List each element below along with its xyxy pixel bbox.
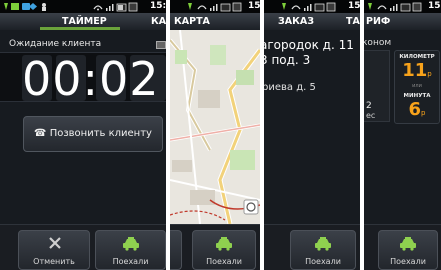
action-bar: Поехали <box>364 224 441 270</box>
waiting-label: Ожидание клиента <box>9 39 102 49</box>
go-button[interactable]: Поехали <box>192 230 256 270</box>
map-screen: 15 КАРТА Поехали <box>170 0 260 270</box>
phone-icon: ☎ <box>34 128 47 139</box>
map-left-stub[interactable] <box>170 230 182 270</box>
order-address-2: 3 под. 3 <box>264 53 311 67</box>
call-client-button[interactable]: ☎ Позвонить клиенту <box>23 116 163 152</box>
status-bar: 15: <box>0 0 166 13</box>
tariff-mode: коном <box>364 38 392 48</box>
min-currency: р <box>421 109 426 117</box>
action-bar: Поехали <box>264 224 360 270</box>
close-icon <box>49 237 61 249</box>
timer-display: 00:02 <box>0 52 166 106</box>
status-time: 15 <box>248 1 260 11</box>
stub-value-1: 2 <box>366 101 372 111</box>
tab-map-partial[interactable]: КА <box>151 13 166 30</box>
go-label: Поехали <box>390 257 426 266</box>
status-bar: 15 <box>264 0 360 13</box>
go-button[interactable]: Поехали <box>95 230 166 270</box>
status-bar: 15 <box>170 0 260 13</box>
action-bar: Поехали <box>170 224 260 270</box>
tab-bar: РИФ <box>364 13 441 30</box>
go-button[interactable]: Поехали <box>378 230 438 270</box>
screenshot-collage: 15: ТАЙМЕР КА Ожидание клиента 00:02 ☎ П… <box>0 0 441 270</box>
taxi-icon <box>216 237 232 251</box>
km-currency: р <box>427 70 432 78</box>
timer-value: 00:02 <box>22 52 160 106</box>
order-destination: риева д. 5 <box>264 82 316 93</box>
status-time: 15 <box>428 1 441 11</box>
call-client-label: Позвонить клиенту <box>49 128 152 139</box>
timer-screen: 15: ТАЙМЕР КА Ожидание клиента 00:02 ☎ П… <box>0 0 166 270</box>
message-icon[interactable] <box>156 41 166 49</box>
tab-map[interactable]: КАРТА <box>174 13 210 30</box>
signal-icons <box>93 2 138 12</box>
order-address-1: агородок д. 11 <box>264 38 354 52</box>
min-value: 6 <box>408 99 422 120</box>
tab-bar: ЗАКАЗ ТА <box>264 13 360 30</box>
notification-icons <box>4 3 46 11</box>
go-label: Поехали <box>112 257 149 266</box>
per-label: или <box>412 83 422 89</box>
map-view[interactable] <box>170 30 260 224</box>
taxi-icon <box>400 237 416 251</box>
tab-order[interactable]: ЗАКАЗ <box>278 13 314 30</box>
status-bar: 15 <box>364 0 441 13</box>
signal-icons <box>282 2 336 12</box>
go-label: Поехали <box>206 257 242 266</box>
tab-tariff-partial[interactable]: ТА <box>346 13 360 30</box>
go-label: Поехали <box>305 257 341 266</box>
status-time: 15: <box>150 1 166 11</box>
tariff-card: КИЛОМЕТР 11р или МИНУТА 6р <box>394 50 440 124</box>
go-button[interactable]: Поехали <box>290 230 356 270</box>
tariff-screen: 15 РИФ коном 2 ес КИЛОМЕТР 11р или МИНУТ… <box>364 0 441 270</box>
tab-tariff[interactable]: РИФ <box>366 13 390 30</box>
stub-value-2: ес <box>366 111 376 120</box>
taxi-icon <box>315 237 331 251</box>
tariff-left-stub: 2 ес <box>364 50 390 122</box>
tab-bar: ТАЙМЕР КА <box>0 13 166 30</box>
km-value: 11 <box>402 60 428 81</box>
km-price: 11р <box>395 60 439 81</box>
status-time: 15 <box>348 1 360 11</box>
action-bar: Отменить Поехали <box>0 224 166 270</box>
active-tab-indicator <box>40 27 120 30</box>
cancel-label: Отменить <box>33 257 75 266</box>
tab-bar: КАРТА <box>170 13 260 30</box>
min-price: 6р <box>395 99 439 120</box>
taxi-icon <box>122 237 139 251</box>
order-screen: 15 ЗАКАЗ ТА агородок д. 11 3 под. 3 риев… <box>264 0 360 270</box>
cancel-button[interactable]: Отменить <box>18 230 90 270</box>
